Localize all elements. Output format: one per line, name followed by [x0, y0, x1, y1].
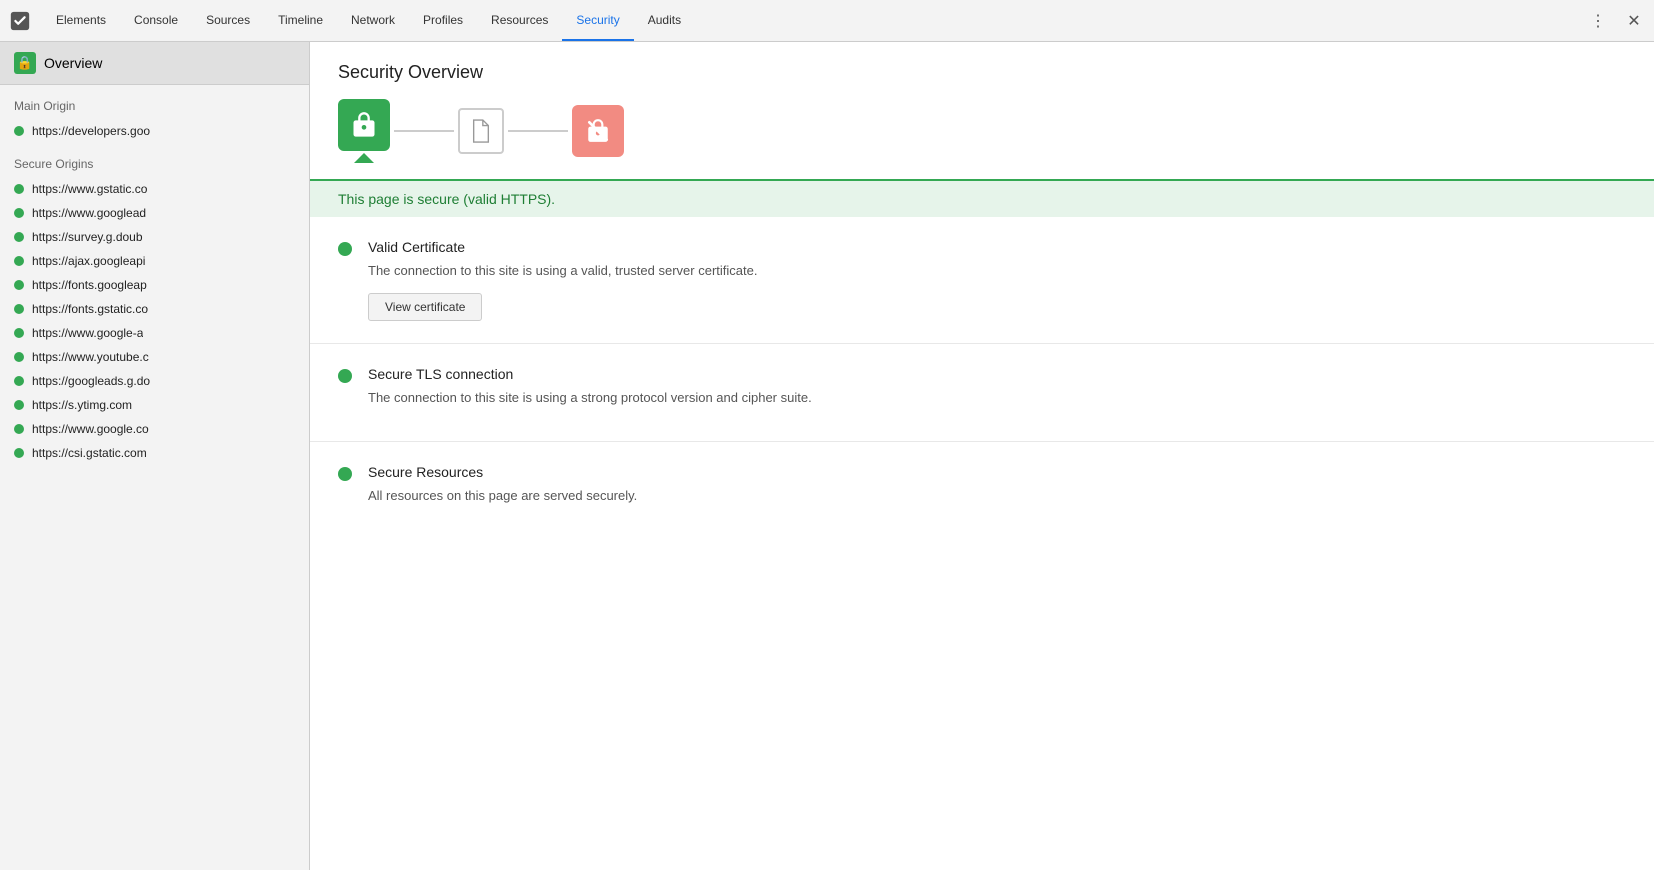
- tab-elements[interactable]: Elements: [42, 0, 120, 41]
- list-item[interactable]: https://s.ytimg.com: [0, 393, 309, 417]
- toolbar-actions: ⋮ ✕: [1584, 7, 1648, 35]
- origin-url: https://www.google-a: [32, 326, 143, 340]
- origin-url: https://survey.g.doub: [32, 230, 143, 244]
- section-title: Secure TLS connection: [368, 366, 812, 382]
- list-item[interactable]: https://www.youtube.c: [0, 345, 309, 369]
- green-dot-icon: [14, 208, 24, 218]
- main-origin-item[interactable]: https://developers.goo: [0, 119, 309, 143]
- origin-url: https://csi.gstatic.com: [32, 446, 147, 460]
- status-message: This page is secure (valid HTTPS).: [338, 191, 555, 207]
- list-item[interactable]: https://www.google-a: [0, 321, 309, 345]
- origin-url: https://fonts.gstatic.co: [32, 302, 148, 316]
- secure-tls-section: Secure TLS connection The connection to …: [310, 344, 1654, 443]
- status-banner: This page is secure (valid HTTPS).: [310, 179, 1654, 217]
- green-dot-icon: [14, 256, 24, 266]
- sidebar: 🔒 Overview Main Origin https://developer…: [0, 42, 310, 870]
- list-item[interactable]: https://www.google.co: [0, 417, 309, 441]
- green-dot-icon: [14, 280, 24, 290]
- view-certificate-button[interactable]: View certificate: [368, 293, 482, 321]
- more-button[interactable]: ⋮: [1584, 7, 1612, 35]
- origin-url: https://www.youtube.c: [32, 350, 149, 364]
- tab-console[interactable]: Console: [120, 0, 192, 41]
- list-item[interactable]: https://fonts.gstatic.co: [0, 297, 309, 321]
- list-item[interactable]: https://csi.gstatic.com: [0, 441, 309, 465]
- green-dot-icon: [14, 304, 24, 314]
- main-origin-url: https://developers.goo: [32, 124, 150, 138]
- diagram-secure-icon-wrapper: [338, 99, 390, 163]
- insecure-lock-icon: [572, 105, 624, 157]
- origin-url: https://www.gstatic.co: [32, 182, 147, 196]
- toolbar: Elements Console Sources Timeline Networ…: [0, 0, 1654, 42]
- green-dot-icon: [14, 184, 24, 194]
- green-dot-icon: [14, 126, 24, 136]
- origin-url: https://s.ytimg.com: [32, 398, 132, 412]
- list-item[interactable]: https://www.gstatic.co: [0, 177, 309, 201]
- list-item[interactable]: https://www.googlead: [0, 201, 309, 225]
- tab-security[interactable]: Security: [562, 0, 633, 41]
- sidebar-item-overview[interactable]: 🔒 Overview: [0, 42, 309, 85]
- overview-lock-icon: 🔒: [14, 52, 36, 74]
- tab-audits[interactable]: Audits: [634, 0, 695, 41]
- green-dot-icon: [14, 400, 24, 410]
- secure-lock-icon: [338, 99, 390, 151]
- tab-resources[interactable]: Resources: [477, 0, 562, 41]
- close-button[interactable]: ✕: [1620, 7, 1648, 35]
- green-dot-icon: [14, 328, 24, 338]
- section-desc: The connection to this site is using a s…: [368, 388, 812, 408]
- list-item[interactable]: https://googleads.g.do: [0, 369, 309, 393]
- secure-resources-section: Secure Resources All resources on this p…: [310, 442, 1654, 540]
- green-dot-icon: [14, 352, 24, 362]
- origin-url: https://googleads.g.do: [32, 374, 150, 388]
- green-dot-icon: [14, 448, 24, 458]
- document-icon: [458, 108, 504, 154]
- diagram-line-2: [508, 130, 568, 132]
- main-origin-label: Main Origin: [0, 85, 309, 119]
- green-dot-icon: [14, 424, 24, 434]
- green-dot-icon: [338, 242, 352, 256]
- green-dot-icon: [338, 369, 352, 383]
- green-dot-icon: [338, 467, 352, 481]
- section-body: Valid Certificate The connection to this…: [368, 239, 757, 321]
- section-body: Secure TLS connection The connection to …: [368, 366, 812, 420]
- toolbar-tabs: Elements Console Sources Timeline Networ…: [42, 0, 1584, 41]
- tab-profiles[interactable]: Profiles: [409, 0, 477, 41]
- section-desc: All resources on this page are served se…: [368, 486, 637, 506]
- secure-origins-label: Secure Origins: [0, 143, 309, 177]
- diagram-line-1: [394, 130, 454, 132]
- green-dot-icon: [14, 376, 24, 386]
- list-item[interactable]: https://survey.g.doub: [0, 225, 309, 249]
- origin-url: https://ajax.googleapi: [32, 254, 145, 268]
- devtools-logo: [6, 7, 34, 35]
- tab-network[interactable]: Network: [337, 0, 409, 41]
- security-diagram: [310, 99, 1654, 179]
- content-panel: Security Overview: [310, 42, 1654, 870]
- origin-url: https://www.googlead: [32, 206, 146, 220]
- section-title: Secure Resources: [368, 464, 637, 480]
- valid-certificate-section: Valid Certificate The connection to this…: [310, 217, 1654, 344]
- list-item[interactable]: https://fonts.googleap: [0, 273, 309, 297]
- section-title: Valid Certificate: [368, 239, 757, 255]
- tab-sources[interactable]: Sources: [192, 0, 264, 41]
- list-item[interactable]: https://ajax.googleapi: [0, 249, 309, 273]
- section-body: Secure Resources All resources on this p…: [368, 464, 637, 518]
- origin-url: https://fonts.googleap: [32, 278, 147, 292]
- tab-timeline[interactable]: Timeline: [264, 0, 337, 41]
- main-layout: 🔒 Overview Main Origin https://developer…: [0, 42, 1654, 870]
- green-dot-icon: [14, 232, 24, 242]
- section-desc: The connection to this site is using a v…: [368, 261, 757, 281]
- diagram-arrow: [354, 153, 374, 163]
- page-title: Security Overview: [310, 42, 1654, 99]
- overview-label: Overview: [44, 55, 102, 71]
- origin-url: https://www.google.co: [32, 422, 149, 436]
